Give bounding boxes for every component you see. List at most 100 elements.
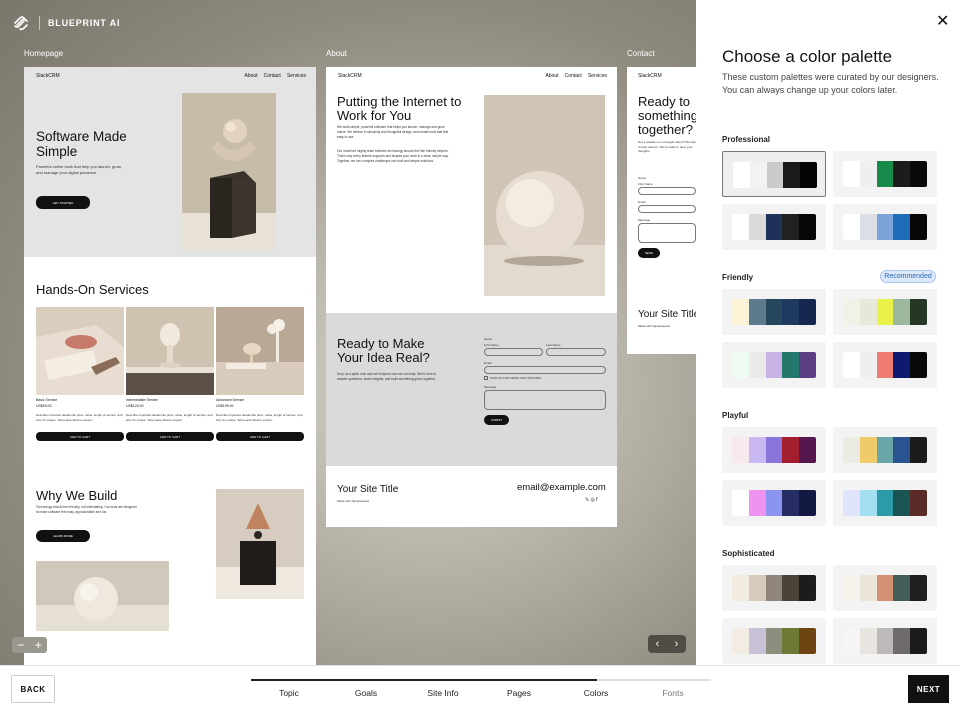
site-name: SlackCRM: [338, 73, 362, 79]
step-site-info[interactable]: Site Info: [405, 688, 481, 698]
step-topic[interactable]: Topic: [251, 688, 327, 698]
palette-swatches: [843, 437, 927, 463]
palette-card-playful-1[interactable]: [722, 427, 826, 473]
service-name-2: Intermediate Service: [126, 398, 159, 402]
color-swatch: [859, 575, 877, 601]
color-swatch: [893, 299, 911, 325]
preview-canvas: BLUEPRINT AI Homepage About Contact Slac…: [0, 0, 696, 665]
homepage-preview[interactable]: SlackCRM About Contact Services Software…: [24, 67, 316, 665]
color-swatch: [732, 490, 749, 516]
next-page-button[interactable]: ›: [675, 638, 679, 650]
palette-swatches: [732, 437, 816, 463]
service-price-3: US$199.00: [216, 404, 234, 408]
palette-card-friendly-4[interactable]: [833, 342, 937, 388]
color-swatch: [876, 161, 894, 187]
hero-text: Powerful online tools that help you laun…: [36, 164, 122, 175]
palette-swatches: [843, 490, 927, 516]
palette-card-professional-2[interactable]: [833, 151, 937, 197]
contact-footer-title: Your Site Title: [638, 309, 696, 320]
close-icon[interactable]: ✕: [936, 14, 949, 30]
color-swatch: [843, 299, 860, 325]
color-swatch: [782, 299, 800, 325]
first-name-field: [484, 348, 543, 356]
brand-name: BLUEPRINT AI: [48, 18, 121, 28]
learn-more-button: LEARN MORE: [36, 530, 90, 542]
next-button[interactable]: NEXT: [908, 675, 949, 703]
color-swatch: [893, 575, 911, 601]
contact-preview[interactable]: SlackCRM Ready to something together? Go…: [627, 67, 696, 354]
palette-card-sophisticated-1[interactable]: [722, 565, 826, 611]
color-swatch: [859, 299, 877, 325]
color-swatch: [799, 575, 816, 601]
color-swatch: [843, 490, 860, 516]
palette-card-friendly-1[interactable]: [722, 289, 826, 335]
palette-swatches: [843, 628, 927, 654]
prev-page-button[interactable]: ‹: [656, 638, 660, 650]
add-to-cart-button-1: ADD TO CART: [36, 432, 124, 441]
back-button[interactable]: BACK: [11, 675, 55, 703]
color-swatch: [910, 299, 927, 325]
color-swatch: [910, 628, 927, 654]
step-fonts[interactable]: Fonts: [635, 688, 711, 698]
page-nav-controls: ‹ ›: [648, 635, 686, 653]
color-swatch: [910, 161, 927, 187]
about-preview[interactable]: SlackCRM About Contact Services Putting …: [326, 67, 617, 527]
palette-card-friendly-3[interactable]: [722, 342, 826, 388]
zoom-in-button[interactable]: +: [35, 638, 42, 652]
service-desc-1: Describe important details like price, v…: [36, 413, 123, 422]
contact-text: Got a question or a thought about? We wa…: [638, 140, 696, 153]
color-swatch: [732, 299, 749, 325]
palette-card-sophisticated-2[interactable]: [833, 565, 937, 611]
contact-email-label: Email: [638, 200, 646, 204]
color-swatch: [782, 490, 800, 516]
palette-card-professional-4[interactable]: [833, 204, 937, 250]
palette-swatches: [732, 352, 816, 378]
palette-card-professional-1[interactable]: [722, 151, 826, 197]
service-image-1: [36, 307, 124, 395]
email-field: [484, 366, 606, 374]
step-colors[interactable]: Colors: [558, 688, 634, 698]
palette-swatches: [843, 161, 927, 187]
palette-card-playful-3[interactable]: [722, 480, 826, 526]
step-goals[interactable]: Goals: [328, 688, 404, 698]
nav-about: About: [545, 73, 559, 79]
color-swatch: [732, 437, 749, 463]
palette-swatches: [843, 214, 927, 240]
palette-card-sophisticated-3[interactable]: [722, 618, 826, 664]
palette-card-sophisticated-4[interactable]: [833, 618, 937, 664]
contact-message-field: [638, 223, 696, 243]
color-swatch: [843, 161, 860, 187]
color-swatch: [799, 628, 816, 654]
submit-button: SUBMIT: [484, 415, 509, 425]
palette-card-friendly-2[interactable]: [833, 289, 937, 335]
palette-swatches: [843, 352, 927, 378]
service-price-2: US$129.00: [126, 404, 144, 408]
contact-footer-made: Made with Squarespace: [638, 324, 671, 328]
nav-contact: Contact: [263, 73, 281, 79]
color-swatch: [859, 214, 877, 240]
color-swatch: [748, 299, 766, 325]
about-sphere-image: [484, 95, 605, 296]
color-swatch: [800, 162, 817, 188]
color-swatch: [799, 214, 816, 240]
services-title: Hands-On Services: [36, 282, 149, 297]
section-title-professional: Professional: [722, 135, 771, 144]
why-sculpture-image: [216, 489, 304, 599]
color-swatch: [748, 490, 766, 516]
color-swatch: [732, 575, 749, 601]
color-swatch: [783, 162, 801, 188]
send-button: SEND: [638, 248, 660, 258]
frame-label-about: About: [326, 49, 347, 58]
step-pages[interactable]: Pages: [481, 688, 557, 698]
palette-swatches: [733, 162, 817, 188]
blueprint-logo-icon: [14, 16, 28, 31]
brand: BLUEPRINT AI: [12, 15, 120, 31]
color-swatch: [748, 437, 766, 463]
color-swatch: [765, 628, 783, 654]
palette-card-playful-2[interactable]: [833, 427, 937, 473]
zoom-out-button[interactable]: −: [17, 638, 24, 652]
palette-card-playful-4[interactable]: [833, 480, 937, 526]
palette-card-professional-3[interactable]: [722, 204, 826, 250]
color-swatch: [843, 214, 860, 240]
get-started-button: GET STARTED: [36, 196, 90, 209]
